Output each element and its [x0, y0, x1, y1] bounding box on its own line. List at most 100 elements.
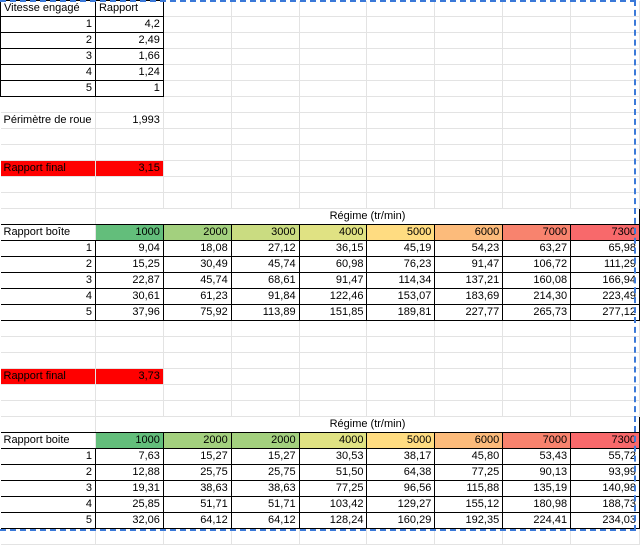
cell[interactable] [366, 144, 436, 161]
cell[interactable] [502, 80, 572, 97]
cell[interactable] [502, 32, 572, 49]
gear-ratio[interactable]: 1 [95, 80, 164, 97]
cell[interactable] [163, 400, 232, 417]
speed-value[interactable]: 151,85 [299, 304, 368, 321]
gear-number[interactable]: 1 [0, 448, 96, 465]
speed-value[interactable]: 96,56 [366, 480, 436, 497]
speed-value[interactable]: 115,88 [434, 480, 504, 497]
cell[interactable] [231, 320, 300, 337]
speed-value[interactable]: 38,17 [366, 448, 436, 465]
cell[interactable] [231, 128, 300, 145]
gear-ratio[interactable]: 1,24 [95, 64, 164, 81]
cell[interactable] [163, 176, 232, 193]
cell[interactable] [570, 368, 640, 385]
rpm-header[interactable]: 7300 [570, 432, 640, 449]
rpm-header[interactable]: 2000 [163, 224, 232, 241]
spreadsheet-area[interactable]: Vitesse engagé Rapport 1 4,2 2 2,49 3 1,66 4 1,24… [0, 0, 640, 545]
speed-value[interactable]: 51,50 [299, 464, 368, 481]
worksheet-grid[interactable]: Vitesse engagé Rapport 1 4,2 2 2,49 3 1,66 4 1,24… [0, 0, 640, 545]
speed-value[interactable]: 51,71 [231, 496, 300, 513]
speed-value[interactable]: 30,49 [163, 256, 232, 273]
cell[interactable] [434, 64, 504, 81]
cell[interactable] [570, 160, 640, 177]
cell[interactable] [434, 160, 504, 177]
cell[interactable] [95, 400, 164, 417]
cell[interactable] [366, 368, 436, 385]
cell[interactable] [231, 352, 300, 369]
cell[interactable] [570, 384, 640, 401]
cell[interactable] [366, 128, 436, 145]
speed-value[interactable]: 64,12 [231, 512, 300, 529]
speed-value[interactable]: 18,08 [163, 240, 232, 257]
gear-number[interactable]: 1 [0, 240, 96, 257]
rpm-header[interactable]: 6000 [434, 224, 504, 241]
cell[interactable] [434, 400, 504, 417]
gear-ratio[interactable]: 2,49 [95, 32, 164, 49]
speed-value[interactable]: 77,25 [434, 464, 504, 481]
speed-value[interactable]: 37,96 [95, 304, 164, 321]
cell[interactable] [570, 32, 640, 49]
cell[interactable] [299, 192, 368, 209]
speed-value[interactable]: 76,23 [366, 256, 436, 273]
cell[interactable] [502, 336, 572, 353]
gearbox-ratio-label[interactable]: Rapport boîte [0, 224, 96, 241]
cell[interactable] [163, 144, 232, 161]
speed-value[interactable]: 113,89 [231, 304, 300, 321]
cell[interactable] [231, 32, 300, 49]
cell[interactable] [502, 320, 572, 337]
speed-value[interactable]: 140,98 [570, 480, 640, 497]
cell[interactable] [434, 112, 504, 129]
speed-value[interactable]: 63,27 [502, 240, 572, 257]
cell[interactable] [570, 16, 640, 33]
cell[interactable] [502, 176, 572, 193]
cell[interactable] [231, 0, 300, 17]
speed-value[interactable]: 137,21 [434, 272, 504, 289]
cell[interactable] [366, 96, 436, 113]
gear-number[interactable]: 3 [0, 48, 96, 65]
speed-value[interactable]: 192,35 [434, 512, 504, 529]
gear-number[interactable]: 4 [0, 496, 96, 513]
cell[interactable] [163, 16, 232, 33]
cell[interactable] [299, 144, 368, 161]
speed-value[interactable]: 65,98 [570, 240, 640, 257]
cell[interactable] [95, 320, 164, 337]
cell[interactable] [231, 96, 300, 113]
speed-value[interactable]: 64,12 [163, 512, 232, 529]
cell[interactable] [231, 192, 300, 209]
cell[interactable] [570, 144, 640, 161]
rpm-header[interactable]: 1000 [94, 224, 164, 241]
cell[interactable] [299, 80, 368, 97]
cell[interactable] [0, 144, 96, 161]
speed-value[interactable]: 103,42 [299, 496, 368, 513]
cell[interactable] [231, 384, 300, 401]
speed-value[interactable]: 64,38 [366, 464, 436, 481]
gear-ratio[interactable]: 1,66 [95, 48, 164, 65]
cell[interactable] [0, 208, 96, 225]
final-ratio-label[interactable]: Rapport final [0, 368, 96, 385]
speed-value[interactable]: 45,80 [434, 448, 504, 465]
speed-value[interactable]: 93,99 [570, 464, 640, 481]
cell[interactable] [299, 176, 368, 193]
cell[interactable] [0, 336, 96, 353]
cell[interactable] [299, 160, 368, 177]
speed-value[interactable]: 15,25 [95, 256, 164, 273]
speed-value[interactable]: 22,87 [95, 272, 164, 289]
speed-value[interactable]: 214,30 [502, 288, 572, 305]
gear-number[interactable]: 5 [0, 80, 96, 97]
cell[interactable] [502, 400, 572, 417]
rpm-header[interactable]: 3000 [231, 224, 300, 241]
cell[interactable] [163, 320, 232, 337]
cell[interactable] [163, 336, 232, 353]
cell[interactable] [0, 384, 96, 401]
cell[interactable] [299, 0, 368, 17]
cell[interactable] [0, 96, 96, 113]
rpm-header[interactable]: 5000 [366, 432, 436, 449]
cell[interactable] [570, 0, 640, 17]
speed-value[interactable]: 45,19 [366, 240, 436, 257]
cell[interactable] [434, 0, 504, 17]
speed-value[interactable]: 183,69 [434, 288, 504, 305]
cell[interactable] [299, 320, 368, 337]
cell[interactable] [434, 384, 504, 401]
speed-value[interactable]: 180,98 [502, 496, 572, 513]
cell[interactable] [95, 96, 164, 113]
